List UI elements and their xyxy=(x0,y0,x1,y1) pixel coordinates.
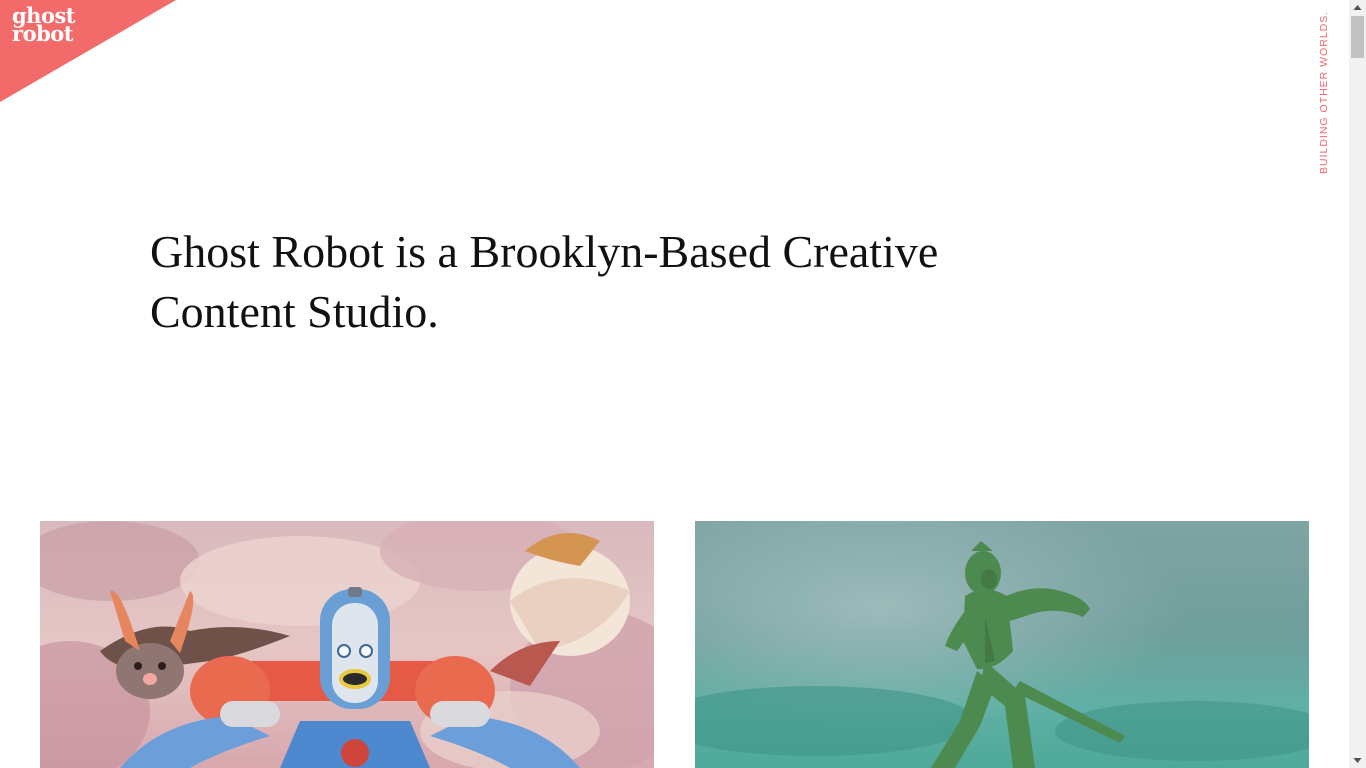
ghost-robot-logo-link[interactable]: ghost robot xyxy=(0,0,176,102)
scrollbar-thumb[interactable] xyxy=(1351,16,1364,58)
scroll-down-arrow-icon[interactable] xyxy=(1349,753,1366,768)
tagline: BUILDING OTHER WORLDS. xyxy=(1318,10,1330,174)
logo-wordmark: ghost robot xyxy=(12,5,75,46)
page: ghost robot BUILDING OTHER WORLDS. Ghost… xyxy=(0,0,1366,768)
project-image-animated-robot xyxy=(40,521,654,768)
vertical-scrollbar[interactable] xyxy=(1349,0,1366,768)
project-card-green-toy-soldier[interactable] xyxy=(695,521,1309,768)
project-image-green-toy-soldier xyxy=(695,521,1309,768)
logo-line-robot: robot xyxy=(12,21,73,46)
page-headline: Ghost Robot is a Brooklyn-Based Creative… xyxy=(150,226,939,337)
project-card-animated-robot[interactable] xyxy=(40,521,654,768)
scroll-up-arrow-icon[interactable] xyxy=(1349,0,1366,15)
